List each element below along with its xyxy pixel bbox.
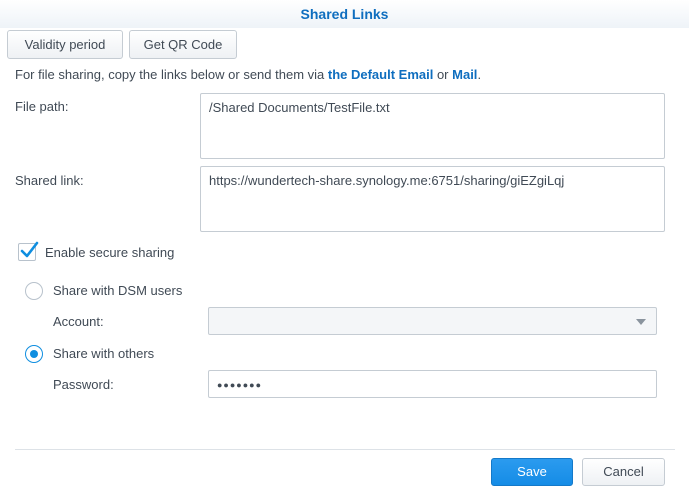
description-text: For file sharing, copy the links below o… <box>15 67 328 82</box>
secure-sharing-checkbox[interactable] <box>18 241 39 261</box>
get-qr-code-button[interactable]: Get QR Code <box>129 30 237 59</box>
checkmark-icon <box>20 241 39 258</box>
account-select[interactable] <box>208 307 657 335</box>
share-dsm-users-radio[interactable] <box>25 282 43 300</box>
password-mask: ●●●●●●● <box>217 380 263 390</box>
chevron-down-icon <box>636 319 646 325</box>
cancel-button[interactable]: Cancel <box>582 458 665 486</box>
title-bar: Shared Links <box>0 0 689 28</box>
file-path-field[interactable]: /Shared Documents/TestFile.txt <box>200 93 665 159</box>
radio-dot-icon <box>30 350 38 358</box>
shared-link-field[interactable]: https://wundertech-share.synology.me:675… <box>200 166 665 232</box>
share-with-others-label: Share with others <box>53 346 155 361</box>
validity-period-button[interactable]: Validity period <box>7 30 123 59</box>
save-button[interactable]: Save <box>491 458 573 486</box>
description-period: . <box>477 67 482 82</box>
password-label: Password: <box>53 377 114 392</box>
share-dsm-users-label: Share with DSM users <box>53 283 183 298</box>
sharing-description: For file sharing, copy the links below o… <box>15 67 481 82</box>
secure-sharing-label: Enable secure sharing <box>45 245 175 260</box>
description-or: or <box>433 67 453 82</box>
account-label: Account: <box>53 314 104 329</box>
password-field[interactable]: ●●●●●●● <box>208 370 657 398</box>
mail-link[interactable]: Mail <box>452 67 477 82</box>
shared-link-label: Shared link: <box>15 173 84 188</box>
default-email-link[interactable]: the Default Email <box>328 67 433 82</box>
footer-divider <box>15 449 675 450</box>
shared-links-dialog: Shared Links Validity period Get QR Code… <box>0 0 689 489</box>
dialog-title: Shared Links <box>300 6 389 22</box>
share-with-others-radio[interactable] <box>25 345 43 363</box>
file-path-label: File path: <box>15 99 69 114</box>
